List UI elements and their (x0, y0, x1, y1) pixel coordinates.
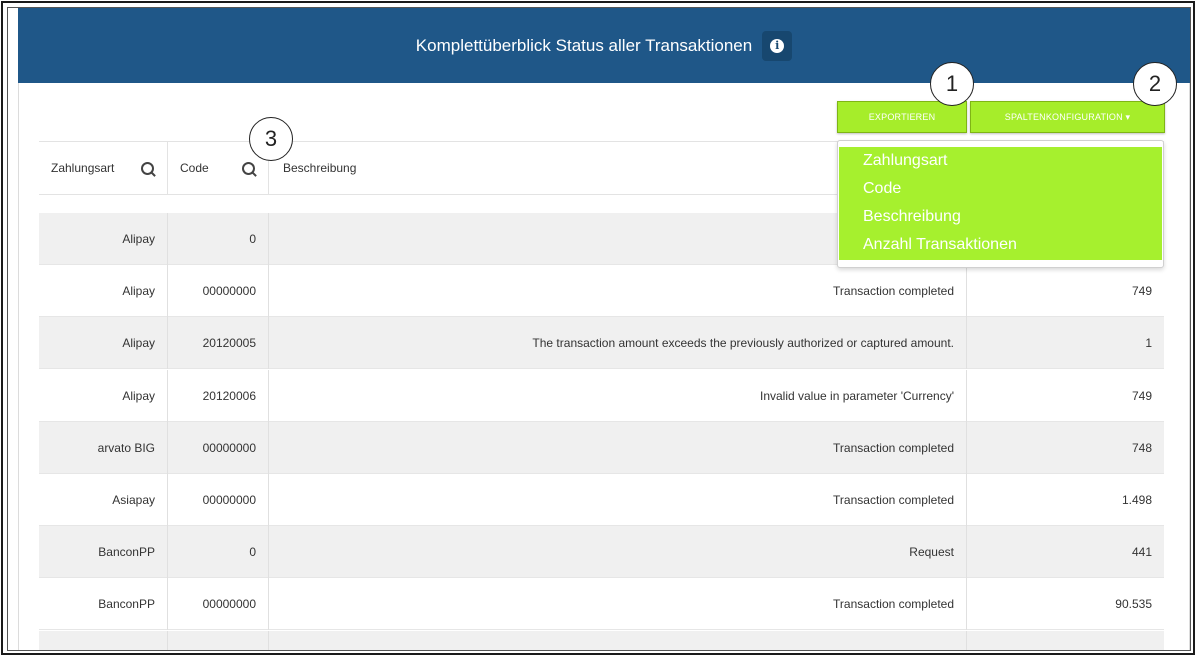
cell-code: 0 (168, 213, 269, 265)
column-header-zahlungsart[interactable]: Zahlungsart (39, 142, 168, 194)
table-row[interactable]: arvato BIG 00000000 Transaction completed 7… (39, 421, 1164, 474)
callout-1: 1 (930, 62, 974, 106)
cell-zahlungsart: Alipay (39, 213, 168, 265)
column-header-label: Code (180, 161, 209, 175)
table-row[interactable]: BanconPP 0 Request 441 (39, 526, 1164, 579)
table-row[interactable]: BanconPP 00000000 Transaction completed 90.… (39, 578, 1164, 631)
callout-3: 3 (249, 117, 293, 161)
cell-code: 0 (168, 526, 269, 579)
table-row[interactable]: Alipay 20120006 Invalid value in parameter… (39, 369, 1164, 422)
cell-code: 00000000 (168, 421, 269, 474)
cell-zahlungsart: Asiapay (39, 474, 168, 526)
search-icon[interactable] (242, 162, 255, 175)
cell-zahlungsart: BanconPP (39, 578, 168, 631)
table-row[interactable]: Asiapay 00000000 Transaction completed 1.49… (39, 474, 1164, 526)
page-title: Komplettüberblick Status aller Transakti… (415, 35, 753, 55)
callout-2: 2 (1133, 62, 1177, 106)
cell-beschreibung: Request (269, 526, 967, 579)
cell-zahlungsart: arvato BIG (39, 421, 168, 474)
cell-zahlungsart: Alipay (39, 369, 168, 422)
cell-beschreibung (269, 630, 967, 650)
cell-code: 00000000 (168, 474, 269, 526)
cell-anzahl-transaktionen: 1.498 (1121, 493, 1152, 507)
page-header: Komplettüberblick Status aller Transakti… (18, 8, 1190, 83)
cell-anzahl-transaktionen: 90.535 (1115, 597, 1152, 612)
export-button[interactable]: EXPORTIEREN (837, 101, 967, 133)
cell-anzahl-transaktionen: 441 (1131, 545, 1152, 560)
cell-code: 20120006 (168, 369, 269, 422)
column-header-label: Beschreibung (283, 161, 357, 175)
cell-zahlungsart: Alipay (39, 265, 168, 318)
cell-zahlungsart: Alipay (39, 317, 168, 370)
cell-zahlungsart (39, 630, 168, 650)
right-border (1189, 83, 1190, 650)
cell-anzahl-transaktionen: 749 (1131, 284, 1152, 299)
cell-beschreibung: Invalid value in parameter 'Currency' (269, 369, 967, 422)
cell-beschreibung: Transaction completed (269, 578, 967, 631)
cell-anzahl-transaktionen: 749 (1131, 388, 1152, 403)
cell-beschreibung: Transaction completed (269, 265, 967, 318)
table-row[interactable]: Alipay 20120005 The transaction amount exc… (39, 317, 1164, 370)
cell-beschreibung: Transaction completed (269, 421, 967, 474)
column-config-dropdown: Zahlungsart Code Beschreibung Anzahl Tra… (837, 140, 1164, 268)
table-row[interactable] (39, 630, 1164, 650)
cell-code: 00000000 (168, 265, 269, 318)
search-icon[interactable] (141, 162, 154, 175)
info-button[interactable]: i (762, 30, 793, 61)
cell-zahlungsart: BanconPP (39, 526, 168, 579)
left-border (18, 83, 19, 650)
column-config-button[interactable]: SPALTENKONFIGURATION ▾ (970, 101, 1165, 133)
cell-code (168, 630, 269, 650)
menu-item-anzahl-transaktionen[interactable]: Anzahl Transaktionen (839, 231, 1162, 259)
column-header-label: Zahlungsart (51, 161, 115, 175)
cell-anzahl-transaktionen (967, 631, 1164, 650)
info-icon: i (770, 38, 785, 53)
cell-anzahl-transaktionen: 1 (1145, 336, 1152, 351)
cell-beschreibung: The transaction amount exceeds the previ… (269, 317, 967, 370)
menu-item-zahlungsart[interactable]: Zahlungsart (839, 147, 1162, 175)
table-row[interactable]: Alipay 00000000 Transaction completed 749 (39, 265, 1164, 318)
cell-code: 20120005 (168, 317, 269, 370)
screenshot-frame: Komplettüberblick Status aller Transakti… (7, 7, 1191, 651)
cell-beschreibung: Transaction completed (269, 474, 967, 526)
cell-anzahl-transaktionen: 748 (1131, 440, 1152, 455)
menu-item-code[interactable]: Code (839, 175, 1162, 203)
cell-code: 00000000 (168, 578, 269, 631)
menu-item-beschreibung[interactable]: Beschreibung (839, 203, 1162, 231)
column-config-menu: Zahlungsart Code Beschreibung Anzahl Tra… (839, 147, 1162, 260)
